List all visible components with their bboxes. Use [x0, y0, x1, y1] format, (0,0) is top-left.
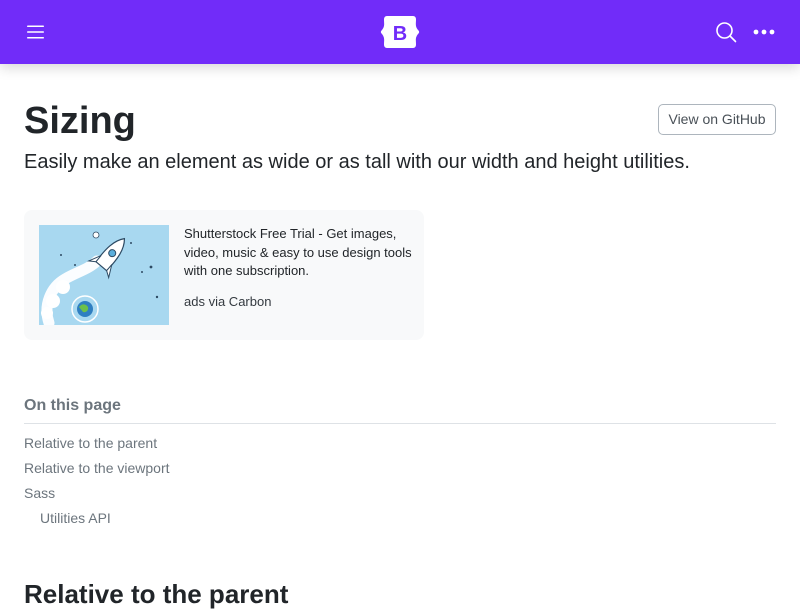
toc-link-relative-to-viewport[interactable]: Relative to the viewport — [24, 459, 170, 477]
toc-link-relative-to-parent[interactable]: Relative to the parent — [24, 434, 157, 452]
more-icon — [753, 29, 775, 35]
top-navbar: B — [0, 0, 800, 64]
more-options-button[interactable] — [748, 16, 780, 48]
view-on-github-button[interactable]: View on GitHub — [658, 104, 776, 135]
page-lead: Easily make an element as wide or as tal… — [24, 151, 690, 173]
page-title: Sizing — [24, 100, 136, 142]
carbon-powered-by-link[interactable]: ads via Carbon — [184, 293, 271, 311]
carbon-ad-text[interactable]: Shutterstock Free Trial - Get images, vi… — [184, 225, 414, 281]
sidebar-toggle-button[interactable] — [20, 16, 52, 48]
brand-letter: B — [393, 23, 407, 45]
toc-link-utilities-api[interactable]: Utilities API — [40, 509, 111, 527]
section-heading-relative-to-parent: Relative to the parent — [24, 579, 289, 609]
bootstrap-logo[interactable]: B — [380, 15, 420, 49]
search-button[interactable] — [710, 16, 742, 48]
rocket-illustration — [39, 225, 169, 325]
toc-divider — [24, 423, 776, 424]
toc-link-sass[interactable]: Sass — [24, 484, 55, 502]
search-icon — [716, 22, 737, 43]
carbon-ad: Shutterstock Free Trial - Get images, vi… — [24, 210, 424, 340]
toc-title: On this page — [24, 397, 121, 414]
carbon-ad-image[interactable] — [39, 225, 169, 325]
hamburger-icon — [27, 25, 44, 39]
